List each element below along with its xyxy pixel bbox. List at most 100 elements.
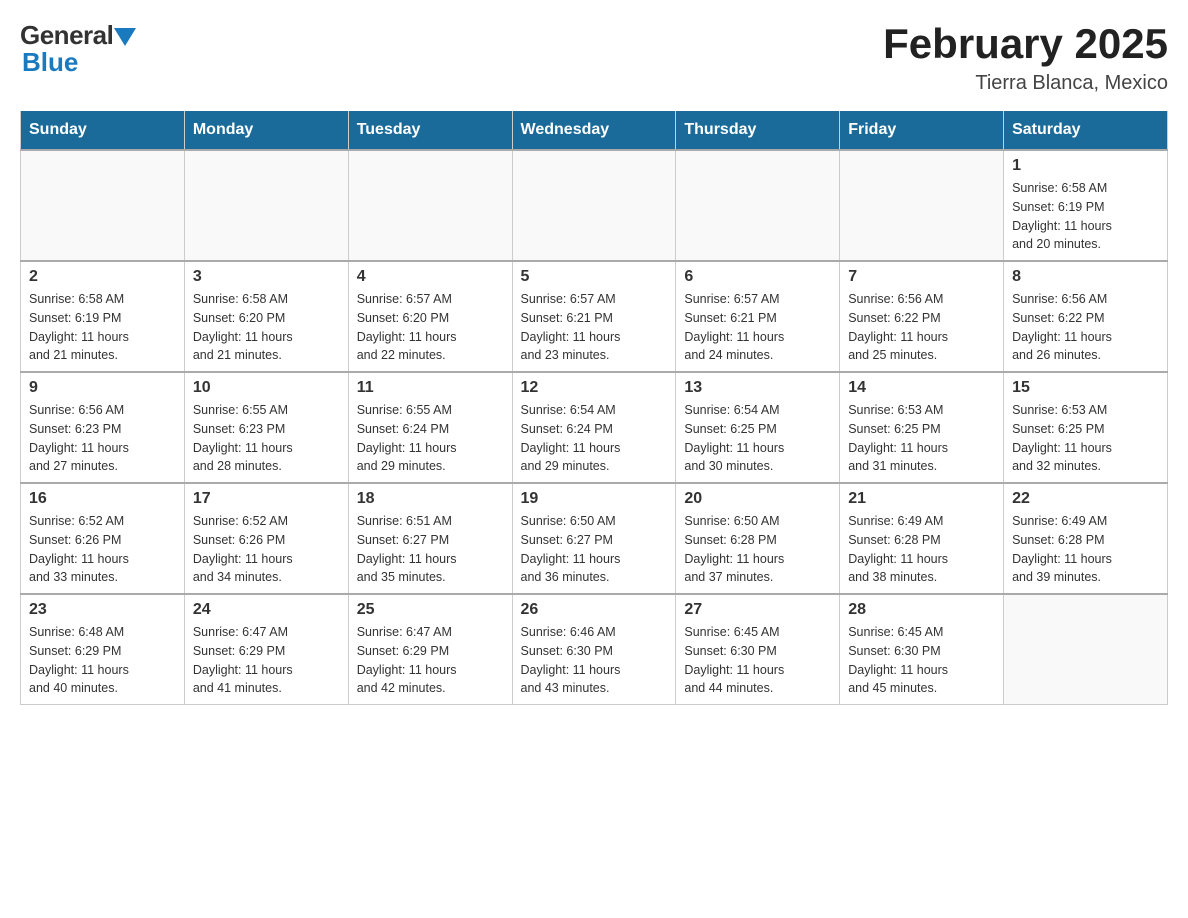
day-info: Sunrise: 6:55 AM Sunset: 6:24 PM Dayligh…	[357, 401, 504, 476]
day-number: 9	[29, 379, 176, 397]
calendar-title: February 2025	[883, 20, 1168, 68]
day-info: Sunrise: 6:57 AM Sunset: 6:20 PM Dayligh…	[357, 290, 504, 365]
day-number: 25	[357, 601, 504, 619]
day-number: 14	[848, 379, 995, 397]
day-number: 8	[1012, 268, 1159, 286]
day-info: Sunrise: 6:45 AM Sunset: 6:30 PM Dayligh…	[848, 623, 995, 698]
day-number: 3	[193, 268, 340, 286]
table-row: 28Sunrise: 6:45 AM Sunset: 6:30 PM Dayli…	[840, 594, 1004, 705]
table-row: 16Sunrise: 6:52 AM Sunset: 6:26 PM Dayli…	[21, 483, 185, 594]
day-number: 2	[29, 268, 176, 286]
day-number: 10	[193, 379, 340, 397]
title-block: February 2025 Tierra Blanca, Mexico	[883, 20, 1168, 95]
col-sunday: Sunday	[21, 111, 185, 150]
calendar-week-row: 9 Sunrise: 6:56 AM Sunset: 6:23 PM Daylig…	[21, 372, 1168, 483]
day-info: Sunrise: 6:56 AM Sunset: 6:23 PM Dayligh…	[29, 401, 176, 476]
col-thursday: Thursday	[676, 111, 840, 150]
calendar-subtitle: Tierra Blanca, Mexico	[883, 72, 1168, 95]
table-row: 24 Sunrise: 6:47 AM Sunset: 6:29 PM Dayli…	[184, 594, 348, 705]
calendar-week-row: 2 Sunrise: 6:58 AM Sunset: 6:19 PM Daylig…	[21, 261, 1168, 372]
table-row: 7Sunrise: 6:56 AM Sunset: 6:22 PM Daylig…	[840, 261, 1004, 372]
table-row	[840, 150, 1004, 261]
table-row: 20 Sunrise: 6:50 AM Sunset: 6:28 PM Dayli…	[676, 483, 840, 594]
day-info: Sunrise: 6:55 AM Sunset: 6:23 PM Dayligh…	[193, 401, 340, 476]
table-row	[676, 150, 840, 261]
col-friday: Friday	[840, 111, 1004, 150]
day-number: 24	[193, 601, 340, 619]
col-saturday: Saturday	[1004, 111, 1168, 150]
day-info: Sunrise: 6:58 AM Sunset: 6:19 PM Dayligh…	[1012, 179, 1159, 254]
table-row: 18 Sunrise: 6:51 AM Sunset: 6:27 PM Dayli…	[348, 483, 512, 594]
day-number: 18	[357, 490, 504, 508]
day-info: Sunrise: 6:57 AM Sunset: 6:21 PM Dayligh…	[521, 290, 668, 365]
day-info: Sunrise: 6:52 AM Sunset: 6:26 PM Dayligh…	[29, 512, 176, 587]
table-row: 14 Sunrise: 6:53 AM Sunset: 6:25 PM Dayli…	[840, 372, 1004, 483]
table-row: 17 Sunrise: 6:52 AM Sunset: 6:26 PM Dayli…	[184, 483, 348, 594]
table-row: 12 Sunrise: 6:54 AM Sunset: 6:24 PM Dayli…	[512, 372, 676, 483]
table-row	[184, 150, 348, 261]
table-row: 5 Sunrise: 6:57 AM Sunset: 6:21 PM Daylig…	[512, 261, 676, 372]
day-info: Sunrise: 6:57 AM Sunset: 6:21 PM Dayligh…	[684, 290, 831, 365]
day-number: 17	[193, 490, 340, 508]
day-number: 4	[357, 268, 504, 286]
calendar-week-row: 23 Sunrise: 6:48 AM Sunset: 6:29 PM Dayli…	[21, 594, 1168, 705]
day-number: 26	[521, 601, 668, 619]
day-info: Sunrise: 6:53 AM Sunset: 6:25 PM Dayligh…	[848, 401, 995, 476]
col-tuesday: Tuesday	[348, 111, 512, 150]
table-row: 11 Sunrise: 6:55 AM Sunset: 6:24 PM Dayli…	[348, 372, 512, 483]
day-number: 11	[357, 379, 504, 397]
day-info: Sunrise: 6:54 AM Sunset: 6:24 PM Dayligh…	[521, 401, 668, 476]
calendar-week-row: 1Sunrise: 6:58 AM Sunset: 6:19 PM Daylig…	[21, 150, 1168, 261]
logo-triangle-icon	[114, 28, 136, 46]
day-info: Sunrise: 6:45 AM Sunset: 6:30 PM Dayligh…	[684, 623, 831, 698]
logo-blue-text: Blue	[22, 47, 78, 78]
day-number: 15	[1012, 379, 1159, 397]
calendar-header-row: Sunday Monday Tuesday Wednesday Thursday…	[21, 111, 1168, 150]
table-row: 1Sunrise: 6:58 AM Sunset: 6:19 PM Daylig…	[1004, 150, 1168, 261]
table-row: 27 Sunrise: 6:45 AM Sunset: 6:30 PM Dayli…	[676, 594, 840, 705]
day-info: Sunrise: 6:58 AM Sunset: 6:20 PM Dayligh…	[193, 290, 340, 365]
day-info: Sunrise: 6:47 AM Sunset: 6:29 PM Dayligh…	[193, 623, 340, 698]
day-info: Sunrise: 6:52 AM Sunset: 6:26 PM Dayligh…	[193, 512, 340, 587]
day-info: Sunrise: 6:49 AM Sunset: 6:28 PM Dayligh…	[848, 512, 995, 587]
day-number: 27	[684, 601, 831, 619]
day-info: Sunrise: 6:53 AM Sunset: 6:25 PM Dayligh…	[1012, 401, 1159, 476]
table-row: 4 Sunrise: 6:57 AM Sunset: 6:20 PM Daylig…	[348, 261, 512, 372]
page-header: General Blue February 2025 Tierra Blanca…	[20, 20, 1168, 95]
col-wednesday: Wednesday	[512, 111, 676, 150]
table-row: 25 Sunrise: 6:47 AM Sunset: 6:29 PM Dayli…	[348, 594, 512, 705]
table-row: 6 Sunrise: 6:57 AM Sunset: 6:21 PM Daylig…	[676, 261, 840, 372]
day-info: Sunrise: 6:46 AM Sunset: 6:30 PM Dayligh…	[521, 623, 668, 698]
table-row: 15 Sunrise: 6:53 AM Sunset: 6:25 PM Dayli…	[1004, 372, 1168, 483]
day-info: Sunrise: 6:50 AM Sunset: 6:28 PM Dayligh…	[684, 512, 831, 587]
day-info: Sunrise: 6:48 AM Sunset: 6:29 PM Dayligh…	[29, 623, 176, 698]
day-info: Sunrise: 6:47 AM Sunset: 6:29 PM Dayligh…	[357, 623, 504, 698]
table-row: 3 Sunrise: 6:58 AM Sunset: 6:20 PM Daylig…	[184, 261, 348, 372]
table-row: 10 Sunrise: 6:55 AM Sunset: 6:23 PM Dayli…	[184, 372, 348, 483]
day-number: 19	[521, 490, 668, 508]
day-number: 6	[684, 268, 831, 286]
day-info: Sunrise: 6:56 AM Sunset: 6:22 PM Dayligh…	[1012, 290, 1159, 365]
table-row	[512, 150, 676, 261]
day-number: 20	[684, 490, 831, 508]
table-row: 22Sunrise: 6:49 AM Sunset: 6:28 PM Dayli…	[1004, 483, 1168, 594]
table-row: 23 Sunrise: 6:48 AM Sunset: 6:29 PM Dayli…	[21, 594, 185, 705]
table-row	[21, 150, 185, 261]
day-number: 22	[1012, 490, 1159, 508]
table-row	[348, 150, 512, 261]
day-number: 5	[521, 268, 668, 286]
day-info: Sunrise: 6:58 AM Sunset: 6:19 PM Dayligh…	[29, 290, 176, 365]
day-info: Sunrise: 6:54 AM Sunset: 6:25 PM Dayligh…	[684, 401, 831, 476]
day-info: Sunrise: 6:51 AM Sunset: 6:27 PM Dayligh…	[357, 512, 504, 587]
day-info: Sunrise: 6:56 AM Sunset: 6:22 PM Dayligh…	[848, 290, 995, 365]
table-row: 19 Sunrise: 6:50 AM Sunset: 6:27 PM Dayli…	[512, 483, 676, 594]
day-number: 23	[29, 601, 176, 619]
table-row: 8 Sunrise: 6:56 AM Sunset: 6:22 PM Daylig…	[1004, 261, 1168, 372]
logo: General Blue	[20, 20, 136, 78]
calendar-week-row: 16Sunrise: 6:52 AM Sunset: 6:26 PM Dayli…	[21, 483, 1168, 594]
table-row: 13 Sunrise: 6:54 AM Sunset: 6:25 PM Dayli…	[676, 372, 840, 483]
day-number: 13	[684, 379, 831, 397]
day-number: 12	[521, 379, 668, 397]
table-row: 2 Sunrise: 6:58 AM Sunset: 6:19 PM Daylig…	[21, 261, 185, 372]
day-info: Sunrise: 6:50 AM Sunset: 6:27 PM Dayligh…	[521, 512, 668, 587]
